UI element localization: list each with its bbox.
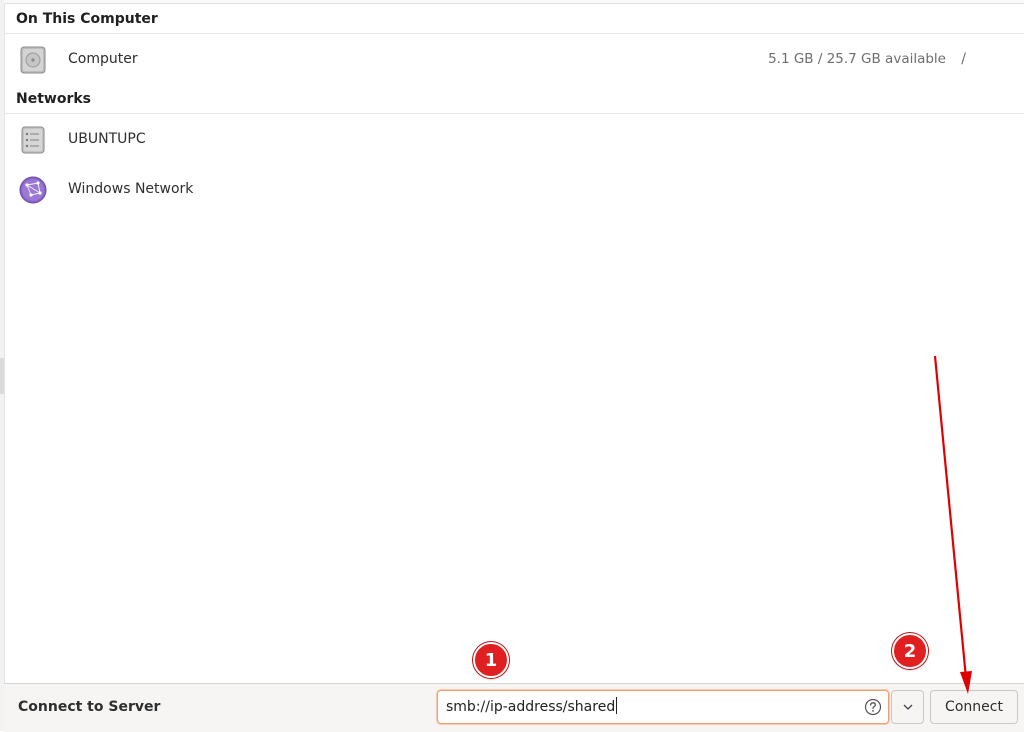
section-header-on-this-computer: On This Computer: [4, 4, 1024, 34]
connect-to-server-bar: Connect to Server smb://ip-address/share…: [4, 683, 1024, 732]
connect-button[interactable]: Connect: [930, 690, 1018, 724]
connect-to-server-label: Connect to Server: [18, 699, 161, 715]
chevron-down-icon: [903, 704, 913, 710]
list-item-computer[interactable]: Computer 5.1 GB / 25.7 GB available /: [4, 35, 1024, 83]
computer-label: Computer: [68, 51, 138, 67]
network-server-icon: [18, 125, 48, 155]
recent-servers-dropdown-button[interactable]: [891, 690, 924, 724]
network-workgroup-icon: [18, 175, 48, 205]
help-icon[interactable]: [864, 698, 882, 716]
server-address-input[interactable]: smb://ip-address/shared: [437, 690, 889, 724]
section-header-networks: Networks: [4, 84, 1024, 114]
server-address-value: smb://ip-address/shared: [446, 691, 617, 723]
step-1-badge: 1: [473, 642, 509, 678]
resize-handle[interactable]: [0, 358, 4, 394]
ubuntupc-label: UBUNTUPC: [68, 131, 146, 147]
step-2-badge: 2: [892, 633, 928, 669]
list-item-ubuntupc[interactable]: UBUNTUPC: [4, 115, 1024, 163]
list-item-windows-network[interactable]: Windows Network: [4, 165, 1024, 213]
disk-usage-text: 5.1 GB / 25.7 GB available: [768, 51, 946, 67]
mount-point-text: /: [961, 51, 966, 67]
windows-network-label: Windows Network: [68, 181, 194, 197]
drive-harddisk-icon: [18, 45, 48, 75]
